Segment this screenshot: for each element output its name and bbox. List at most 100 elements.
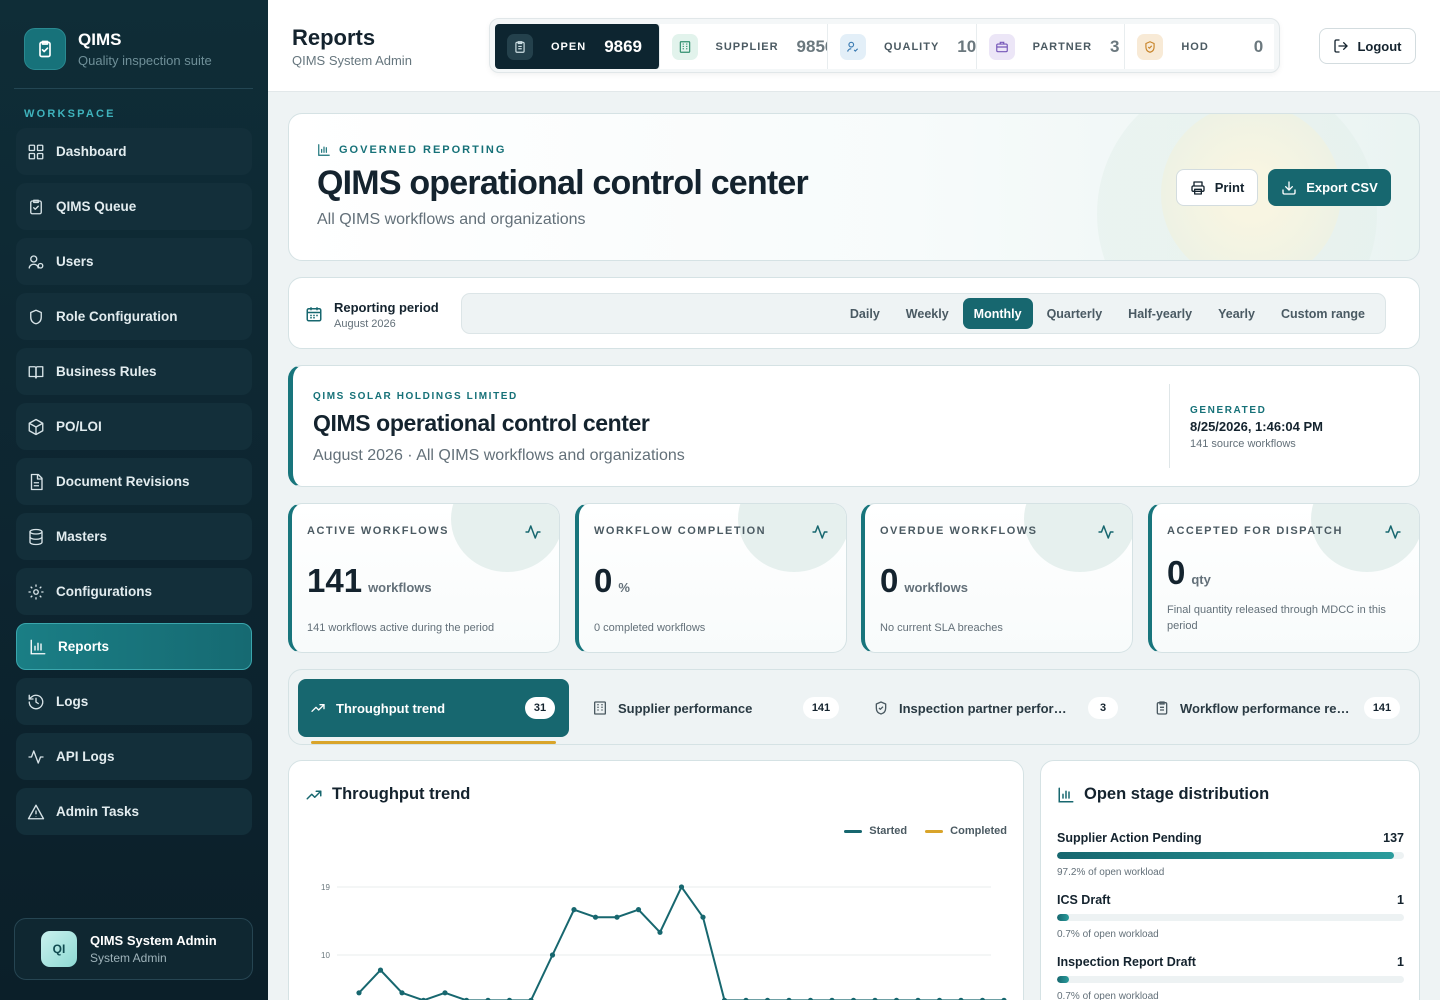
sidebar-item-po-loi[interactable]: PO/LOI (16, 403, 252, 450)
sidebar-item-label: API Logs (56, 749, 115, 764)
stat-strip: OPEN 9869 SUPPLIER 9856 QUALITY 10 PARTN… (489, 18, 1280, 73)
user-name: QIMS System Admin (90, 933, 217, 948)
kpi-card-overdue-workflows: OVERDUE WORKFLOWS 0 workflows No current … (861, 503, 1133, 653)
reporting-period-value: August 2026 (334, 318, 396, 330)
sidebar-item-document-revisions[interactable]: Document Revisions (16, 458, 252, 505)
download-icon (1282, 180, 1296, 195)
stat-value: 0 (1253, 36, 1264, 56)
stage-note: 0.7% of open workload (1057, 991, 1159, 1000)
data-point[interactable] (356, 990, 362, 996)
users-icon (27, 253, 45, 271)
tab-half-yearly[interactable]: Half-yearly (1116, 298, 1204, 329)
sidebar-item-role-configuration[interactable]: Role Configuration (16, 293, 252, 340)
stage-count: 1 (1397, 955, 1404, 969)
sidebar-item-label: Logs (56, 694, 89, 709)
data-point[interactable] (635, 907, 642, 913)
print-button[interactable]: Print (1176, 169, 1258, 206)
kpi-card-active-workflows: ACTIVE WORKFLOWS 141 workflows 141 workfl… (288, 503, 560, 653)
tab-yearly[interactable]: Yearly (1206, 298, 1267, 329)
sidebar-item-label: Users (56, 254, 94, 269)
sidebar-item-qims-queue[interactable]: QIMS Queue (16, 183, 252, 230)
export-label: Export CSV (1306, 180, 1378, 195)
data-point[interactable] (442, 990, 448, 996)
sidebar-item-business-rules[interactable]: Business Rules (16, 348, 252, 395)
kpi-label: ACTIVE WORKFLOWS (307, 525, 449, 537)
sidebar-item-api-logs[interactable]: API Logs (16, 733, 252, 780)
stat-open[interactable]: OPEN 9869 (495, 24, 660, 69)
stat-quality[interactable]: QUALITY 10 (828, 24, 977, 69)
gear-icon (27, 583, 45, 601)
data-point[interactable] (700, 914, 706, 920)
sidebar-item-configurations[interactable]: Configurations (16, 568, 252, 615)
tab-count-badge: 141 (803, 697, 839, 719)
sidebar: QIMS Quality inspection suite WORKSPACE … (0, 0, 268, 1000)
brand[interactable]: QIMS Quality inspection suite (24, 28, 212, 70)
file-text-icon (27, 473, 45, 491)
data-point[interactable] (571, 907, 577, 913)
hero-banner: GOVERNED REPORTING QIMS operational cont… (288, 113, 1420, 261)
stat-partner[interactable]: PARTNER 3 (976, 24, 1126, 69)
data-point[interactable] (592, 914, 599, 920)
export-csv-button[interactable]: Export CSV (1268, 169, 1391, 206)
throughput-trend-card: Throughput trend Started Completed 19 10 (288, 760, 1024, 1000)
data-point[interactable] (614, 914, 620, 920)
divider (1169, 384, 1170, 468)
tab-custom-range[interactable]: Custom range (1269, 298, 1377, 329)
data-point[interactable] (399, 990, 405, 996)
stage-note: 0.7% of open workload (1057, 929, 1159, 940)
tab-throughput-trend[interactable]: Throughput trend 31 (298, 679, 569, 737)
data-point[interactable] (657, 929, 663, 935)
sidebar-item-label: Configurations (56, 584, 152, 599)
bar-chart-icon (318, 144, 330, 156)
tab-quarterly[interactable]: Quarterly (1035, 298, 1115, 329)
stage-label: Supplier Action Pending (1057, 831, 1202, 845)
hero-subtitle: All QIMS workflows and organizations (317, 211, 586, 228)
distribution-row[interactable]: ICS Draft 1 0.7% of open workload (1057, 893, 1404, 940)
grid-icon (27, 143, 45, 161)
sidebar-item-logs[interactable]: Logs (16, 678, 252, 725)
data-point[interactable] (678, 884, 685, 890)
reporting-period-label: Reporting period (334, 300, 439, 315)
tab-daily[interactable]: Daily (838, 298, 892, 329)
period-tabs: Daily Weekly Monthly Quarterly Half-year… (461, 293, 1386, 334)
tab-label: Supplier performance (618, 700, 753, 716)
tab-count-badge: 141 (1364, 697, 1400, 719)
stage-label: ICS Draft (1057, 893, 1111, 907)
tab-inspection-partner-performance[interactable]: Inspection partner perfor… 3 (873, 679, 1118, 737)
sidebar-item-admin-tasks[interactable]: Admin Tasks (16, 788, 252, 835)
tab-monthly[interactable]: Monthly (962, 298, 1033, 329)
kpi-note: Final quantity released through MDCC in … (1167, 604, 1386, 632)
shield-icon (27, 308, 45, 326)
tab-workflow-performance-report[interactable]: Workflow performance re… 141 (1154, 679, 1400, 737)
hero-title: QIMS operational control center (317, 164, 809, 202)
logout-button[interactable]: Logout (1319, 28, 1416, 64)
sidebar-item-reports[interactable]: Reports (16, 623, 252, 670)
user-card[interactable]: QI QIMS System Admin System Admin (14, 918, 253, 980)
book-icon (27, 363, 45, 381)
open-stage-distribution-card: Open stage distribution Supplier Action … (1040, 760, 1420, 1000)
avatar: QI (41, 931, 77, 967)
data-point[interactable] (377, 967, 384, 973)
distribution-row[interactable]: Inspection Report Draft 1 0.7% of open wo… (1057, 955, 1404, 1000)
data-point[interactable] (549, 952, 556, 958)
page-title: Reports (292, 25, 376, 50)
tab-supplier-performance[interactable]: Supplier performance 141 (592, 679, 839, 737)
tab-weekly[interactable]: Weekly (894, 298, 961, 329)
stat-supplier[interactable]: SUPPLIER 9856 (659, 24, 828, 69)
y-tick-label: 19 (321, 883, 330, 892)
shield-check-icon (1137, 33, 1164, 60)
card-title: Open stage distribution (1057, 785, 1269, 804)
brand-subtitle: Quality inspection suite (78, 53, 212, 68)
sidebar-item-users[interactable]: Users (16, 238, 252, 285)
stat-value: 9856 (796, 36, 827, 56)
report-title: QIMS operational control center (313, 410, 650, 436)
stat-label: HOD (1181, 40, 1209, 53)
sidebar-item-masters[interactable]: Masters (16, 513, 252, 560)
kpi-value: 141 workflows (307, 562, 432, 599)
distribution-row[interactable]: Supplier Action Pending 137 97.2% of open… (1057, 831, 1404, 878)
reporting-period-panel: Reporting period August 2026 Daily Weekl… (288, 277, 1420, 349)
logout-icon (1334, 39, 1349, 53)
sidebar-item-dashboard[interactable]: Dashboard (16, 128, 252, 175)
kpi-card-accepted-for-dispatch: ACCEPTED FOR DISPATCH 0 qty Final quantit… (1148, 503, 1420, 653)
stat-hod[interactable]: HOD 0 (1125, 24, 1274, 69)
